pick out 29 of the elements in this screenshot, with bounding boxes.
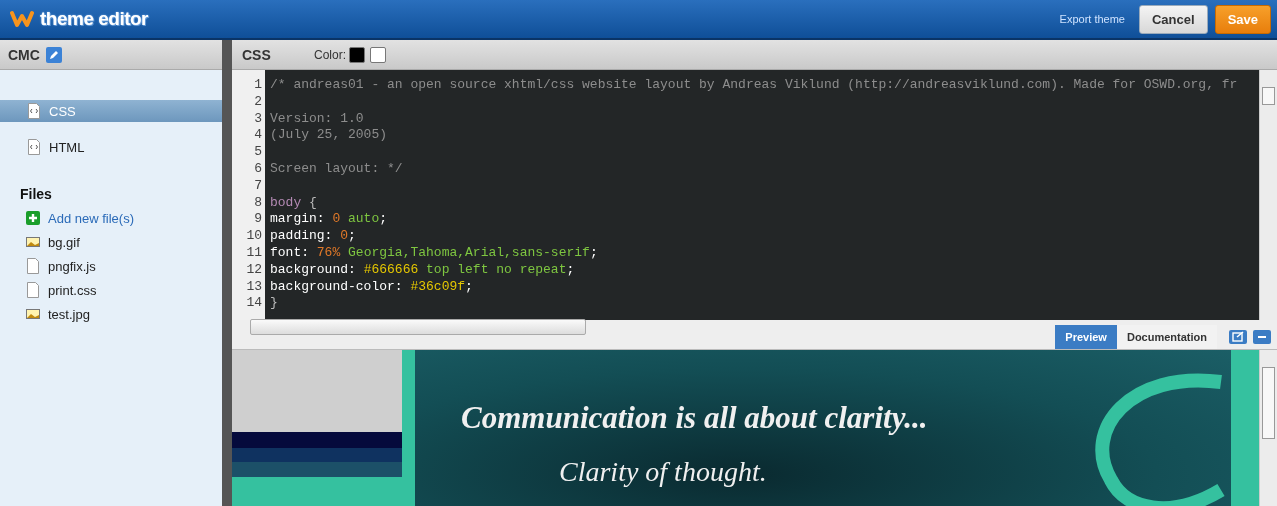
code-line: margin: 0 auto; xyxy=(270,211,388,227)
code-line: } xyxy=(270,295,278,311)
code-line: Version: 1.0 xyxy=(270,110,364,126)
tab[interactable]: Preview xyxy=(1055,325,1117,349)
code-line: /* andreas01 - an open source xhtml/css website layout by Andreas Viklund (http://andreasviklund.com). Made for OSWD.org, fr xyxy=(270,77,1238,92)
code-line: font: 76% Georgia,Tahoma,Arial,sans-serif; xyxy=(270,244,598,260)
banner-subheading: Clarity of thought. xyxy=(559,456,767,488)
add-file-link[interactable]: Add new file(s) xyxy=(26,206,134,230)
file-item[interactable]: test.jpg xyxy=(26,302,90,326)
banner-heading: Communication is all about clarity... xyxy=(461,400,928,436)
export-theme-link[interactable]: Export theme xyxy=(1059,13,1125,25)
code-line: background-color: #36c09f; xyxy=(270,278,473,294)
cancel-button[interactable]: Cancel xyxy=(1139,4,1208,34)
editor-title: CSS xyxy=(242,46,272,63)
code-line: padding: 0; xyxy=(270,228,356,244)
file-item[interactable]: pngfix.js xyxy=(26,254,96,278)
color-label: Color: xyxy=(314,47,346,62)
file-item[interactable]: bg.gif xyxy=(26,230,80,254)
code-line: background: #666666 top left no repeat; xyxy=(270,261,575,277)
line-number-gutter: 1 2 3 4 5 6 7 8 9 10 11 12 13 14 xyxy=(232,70,265,320)
code-line: (July 25, 2005) xyxy=(270,127,388,143)
code-line: Screen layout: */ xyxy=(270,161,403,176)
tab[interactable]: Documentation xyxy=(1116,325,1217,349)
code-line: body { xyxy=(270,194,317,210)
site-title: CMC xyxy=(8,46,40,63)
file-item[interactable]: print.css xyxy=(26,278,97,302)
page-item[interactable]: HTML xyxy=(0,136,222,158)
files-heading: Files xyxy=(19,186,53,202)
app-title: theme editor xyxy=(40,8,149,30)
